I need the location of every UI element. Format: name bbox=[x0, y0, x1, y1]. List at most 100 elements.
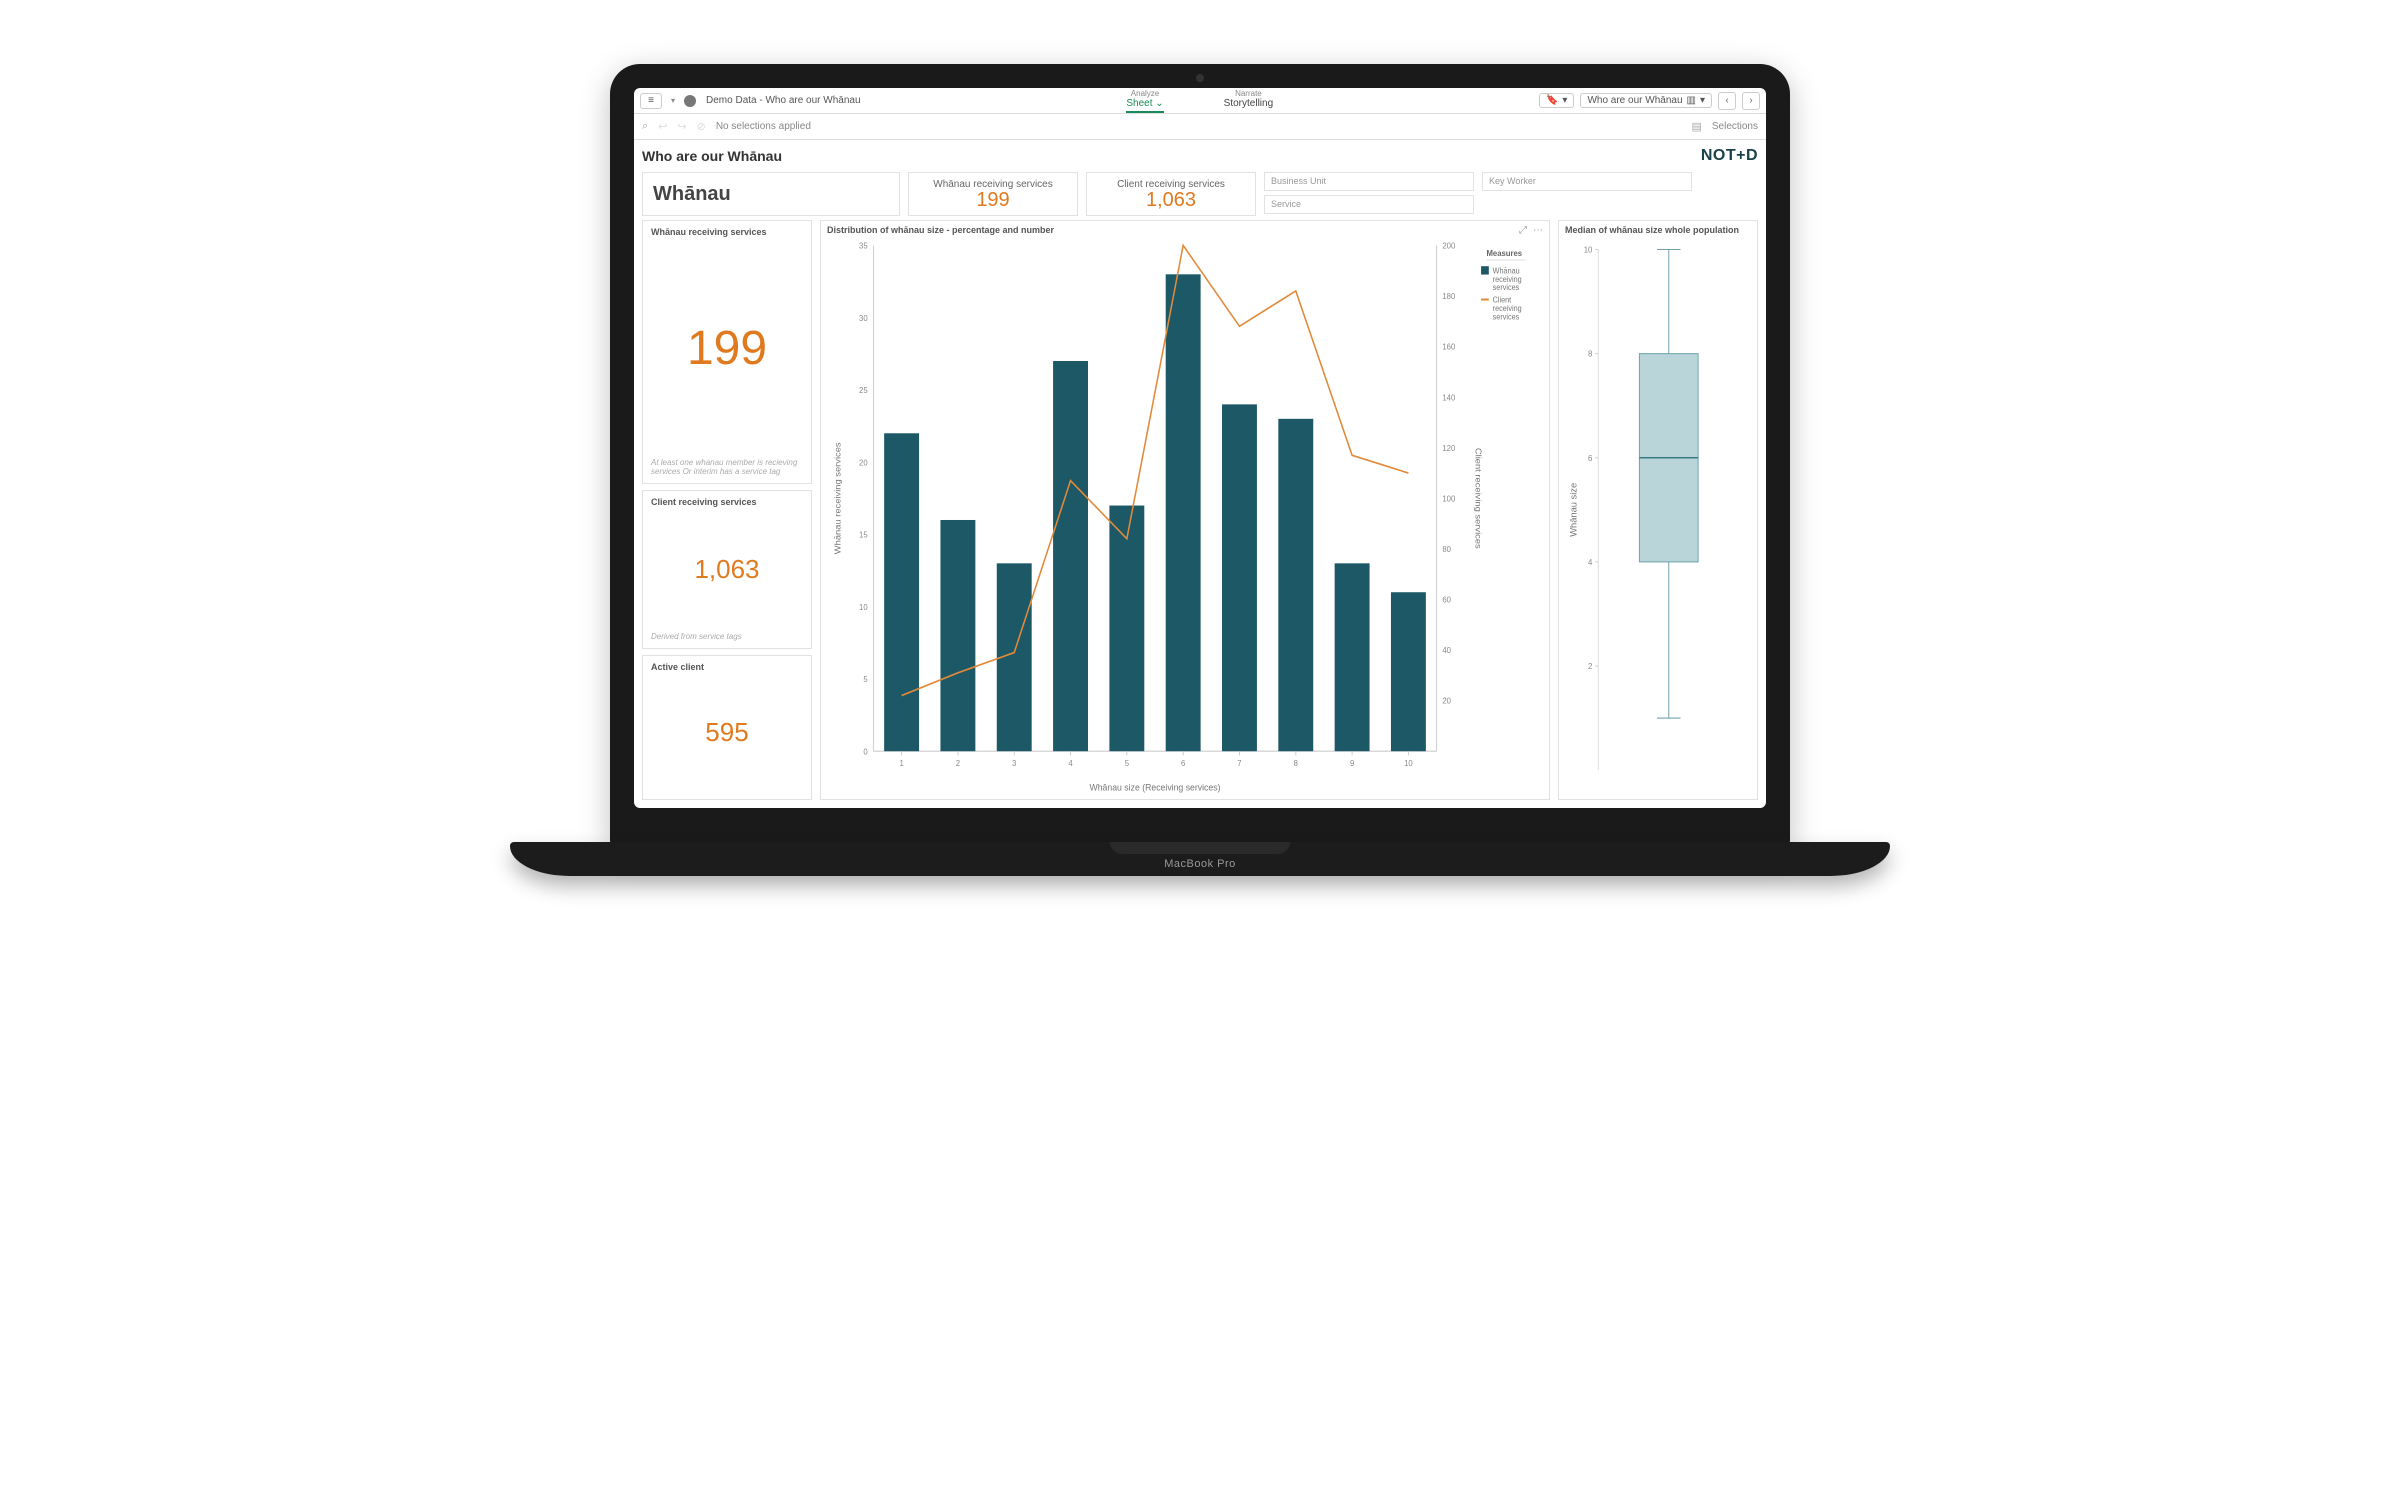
app-icon bbox=[684, 95, 696, 107]
filter-service[interactable]: Service bbox=[1264, 195, 1474, 214]
svg-text:Whānaureceivingservices: Whānaureceivingservices bbox=[1493, 266, 1522, 292]
tab-analyze[interactable]: Analyze Sheet ⌄ bbox=[1126, 89, 1163, 113]
svg-text:Whānau receiving services: Whānau receiving services bbox=[833, 442, 843, 554]
filter-key-worker[interactable]: Key Worker bbox=[1482, 172, 1692, 191]
tab-narrate[interactable]: Narrate Storytelling bbox=[1224, 89, 1273, 113]
selections-label[interactable]: Selections bbox=[1712, 121, 1758, 132]
boxplot-panel[interactable]: Median of whānau size whole population 2… bbox=[1558, 220, 1758, 800]
kpi-row: Whānau Whānau receiving services 199 Cli… bbox=[642, 172, 1758, 216]
section-heading: Whānau bbox=[642, 172, 900, 216]
svg-text:60: 60 bbox=[1442, 595, 1451, 604]
kpi-whanau[interactable]: Whānau receiving services 199 bbox=[908, 172, 1078, 216]
sheet-selector[interactable]: Who are our Whānau ▥ ▾ bbox=[1580, 93, 1712, 108]
svg-text:5: 5 bbox=[1125, 759, 1130, 768]
chevron-down-icon: ▾ bbox=[1562, 95, 1567, 106]
svg-text:15: 15 bbox=[859, 530, 868, 539]
mode-tabs: Analyze Sheet ⌄ Narrate Storytelling bbox=[867, 89, 1533, 113]
svg-text:40: 40 bbox=[1442, 646, 1451, 655]
svg-text:100: 100 bbox=[1442, 494, 1455, 503]
panel-title: Client receiving services bbox=[651, 497, 803, 507]
chart-title: Median of whānau size whole population bbox=[1565, 225, 1751, 235]
panel-note: Derived from service tags bbox=[651, 632, 803, 642]
clear-selections-icon[interactable]: ⊘ bbox=[697, 120, 706, 133]
svg-text:2: 2 bbox=[956, 759, 961, 768]
laptop-lid: ≡ ▾ Demo Data - Who are our Whānau Analy… bbox=[610, 64, 1790, 848]
brand-logo: NOT+D bbox=[1701, 147, 1758, 165]
svg-text:160: 160 bbox=[1442, 342, 1455, 351]
svg-text:10: 10 bbox=[859, 603, 868, 612]
chart-tools: ⤢ ⋯ bbox=[1519, 225, 1543, 236]
svg-text:3: 3 bbox=[1012, 759, 1017, 768]
panel-whanau-receiving[interactable]: Whānau receiving services 199 At least o… bbox=[642, 220, 812, 484]
step-forward-icon[interactable]: ↪ bbox=[677, 120, 686, 133]
page-title: Who are our Whānau bbox=[642, 148, 782, 164]
distribution-chart[interactable]: Distribution of whānau size - percentage… bbox=[820, 220, 1550, 800]
filter-column-1: Business Unit Service bbox=[1264, 172, 1474, 216]
fullscreen-icon[interactable]: ⤢ bbox=[1519, 225, 1527, 236]
svg-text:0: 0 bbox=[863, 747, 868, 756]
laptop-base: MacBook Pro bbox=[510, 842, 1890, 876]
svg-text:20: 20 bbox=[859, 458, 868, 467]
combo-chart-svg: 0510152025303520406080100120140160180200… bbox=[827, 235, 1543, 797]
svg-text:4: 4 bbox=[1068, 759, 1073, 768]
next-sheet-button[interactable]: › bbox=[1742, 92, 1760, 110]
step-back-icon[interactable]: ↩ bbox=[658, 120, 667, 133]
svg-text:9: 9 bbox=[1350, 759, 1355, 768]
svg-text:Clientreceivingservices: Clientreceivingservices bbox=[1493, 295, 1522, 321]
left-column: Whānau receiving services 199 At least o… bbox=[642, 220, 812, 800]
svg-text:1: 1 bbox=[899, 759, 904, 768]
sheet-selector-label: Who are our Whānau bbox=[1587, 95, 1682, 106]
panel-note: At least one whanau member is recieving … bbox=[651, 458, 803, 477]
menu-caret-icon[interactable]: ▾ bbox=[668, 96, 678, 105]
panel-title: Whānau receiving services bbox=[651, 227, 803, 237]
svg-text:Measures: Measures bbox=[1486, 249, 1522, 258]
macbook-label: MacBook Pro bbox=[1164, 858, 1236, 870]
smart-search-icon[interactable]: ⌕ bbox=[642, 120, 648, 133]
tab-analyze-sub: Analyze bbox=[1126, 89, 1163, 98]
svg-text:200: 200 bbox=[1442, 241, 1455, 250]
kpi-whanau-label: Whānau receiving services bbox=[909, 179, 1077, 190]
svg-text:8: 8 bbox=[1588, 350, 1593, 359]
filter-business-unit[interactable]: Business Unit bbox=[1264, 172, 1474, 191]
svg-text:180: 180 bbox=[1442, 292, 1455, 301]
panel-value: 199 bbox=[651, 237, 803, 458]
svg-text:7: 7 bbox=[1237, 759, 1242, 768]
screen: ≡ ▾ Demo Data - Who are our Whānau Analy… bbox=[634, 88, 1766, 808]
svg-text:120: 120 bbox=[1442, 444, 1455, 453]
prev-sheet-button[interactable]: ‹ bbox=[1718, 92, 1736, 110]
svg-text:Whānau size: Whānau size bbox=[1569, 483, 1579, 537]
svg-text:25: 25 bbox=[859, 386, 868, 395]
chevron-down-icon: ▾ bbox=[1700, 95, 1705, 106]
tab-narrate-sub: Narrate bbox=[1224, 89, 1273, 98]
svg-text:Client receiving services: Client receiving services bbox=[1473, 448, 1483, 549]
tab-narrate-label: Storytelling bbox=[1224, 98, 1273, 109]
selections-tool-icon[interactable]: ▤ bbox=[1691, 120, 1701, 133]
app-toolbar: ≡ ▾ Demo Data - Who are our Whānau Analy… bbox=[634, 88, 1766, 114]
chart-title: Distribution of whānau size - percentage… bbox=[827, 225, 1543, 235]
more-icon[interactable]: ⋯ bbox=[1533, 225, 1543, 236]
chevron-down-icon: ⌄ bbox=[1155, 98, 1163, 109]
no-selections-text: No selections applied bbox=[716, 121, 811, 132]
kpi-client-label: Client receiving services bbox=[1087, 179, 1255, 190]
sheets-icon: ▥ bbox=[1687, 95, 1696, 106]
bookmark-button[interactable]: 🔖 ▾ bbox=[1539, 93, 1574, 108]
kpi-client[interactable]: Client receiving services 1,063 bbox=[1086, 172, 1256, 216]
selections-bar: ⌕ ↩ ↪ ⊘ No selections applied ▤ Selectio… bbox=[634, 114, 1766, 140]
svg-text:80: 80 bbox=[1442, 545, 1451, 554]
main-grid: Whānau receiving services 199 At least o… bbox=[642, 220, 1758, 800]
svg-text:10: 10 bbox=[1584, 245, 1593, 254]
filter-column-2: Key Worker bbox=[1482, 172, 1692, 216]
svg-text:35: 35 bbox=[859, 241, 868, 250]
camera-dot bbox=[1196, 74, 1204, 82]
app-title: Demo Data - Who are our Whānau bbox=[706, 95, 861, 106]
panel-value: 1,063 bbox=[651, 507, 803, 632]
svg-text:Whānau size (Receiving service: Whānau size (Receiving services) bbox=[1090, 782, 1221, 792]
panel-active-client[interactable]: Active client 595 bbox=[642, 655, 812, 801]
menu-button[interactable]: ≡ bbox=[640, 93, 662, 109]
svg-text:30: 30 bbox=[859, 314, 868, 323]
panel-value: 595 bbox=[651, 672, 803, 794]
svg-text:4: 4 bbox=[1588, 558, 1593, 567]
svg-text:5: 5 bbox=[863, 675, 868, 684]
svg-text:6: 6 bbox=[1181, 759, 1186, 768]
panel-client-receiving[interactable]: Client receiving services 1,063 Derived … bbox=[642, 490, 812, 649]
